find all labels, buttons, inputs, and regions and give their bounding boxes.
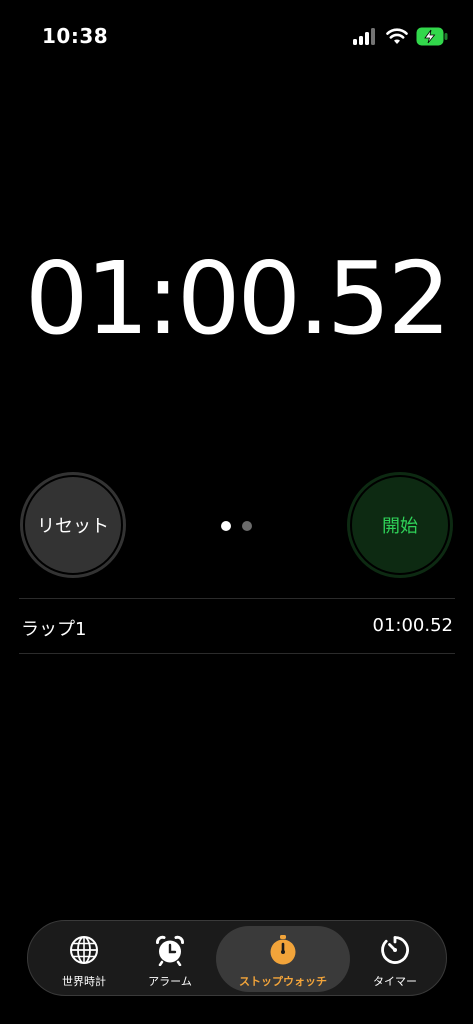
tab-alarm[interactable]: アラーム bbox=[122, 926, 218, 992]
page-indicator[interactable] bbox=[219, 520, 255, 532]
tab-bar: 世界時計 アラーム ストップウォッチ タイマー bbox=[27, 920, 447, 996]
page-dot-inactive[interactable] bbox=[242, 521, 252, 531]
tab-alarm-label: アラーム bbox=[148, 975, 192, 988]
start-button[interactable]: 開始 bbox=[347, 472, 453, 578]
tab-world-clock-label: 世界時計 bbox=[62, 975, 106, 988]
tab-stopwatch-label: ストップウォッチ bbox=[239, 975, 327, 988]
globe-icon bbox=[70, 936, 98, 964]
lap-name: ラップ1 bbox=[21, 619, 87, 640]
page-dot-active[interactable] bbox=[221, 521, 231, 531]
reset-button[interactable]: リセット bbox=[20, 472, 126, 578]
lap-time: 01:00.52 bbox=[372, 615, 454, 636]
alarm-clock-icon bbox=[156, 935, 184, 966]
tab-timer-label: タイマー bbox=[373, 975, 417, 988]
start-button-label: 開始 bbox=[382, 516, 418, 537]
wifi-icon bbox=[386, 28, 408, 44]
status-bar: 10:38 bbox=[0, 0, 473, 70]
tab-timer[interactable]: タイマー bbox=[348, 926, 442, 992]
timer-icon bbox=[381, 936, 409, 964]
reset-button-label: リセット bbox=[37, 516, 109, 537]
tab-stopwatch[interactable]: ストップウォッチ bbox=[216, 926, 350, 992]
lap-row: ラップ1 01:00.52 bbox=[19, 598, 455, 654]
stopwatch-icon bbox=[270, 935, 296, 965]
stopwatch-display: 01:00.52 bbox=[24, 240, 451, 357]
battery-charging-icon bbox=[416, 27, 448, 46]
lap-list: ラップ1 01:00.52 bbox=[19, 598, 455, 654]
cellular-signal-icon bbox=[353, 28, 377, 45]
tab-world-clock[interactable]: 世界時計 bbox=[36, 926, 132, 992]
status-time: 10:38 bbox=[42, 24, 109, 48]
